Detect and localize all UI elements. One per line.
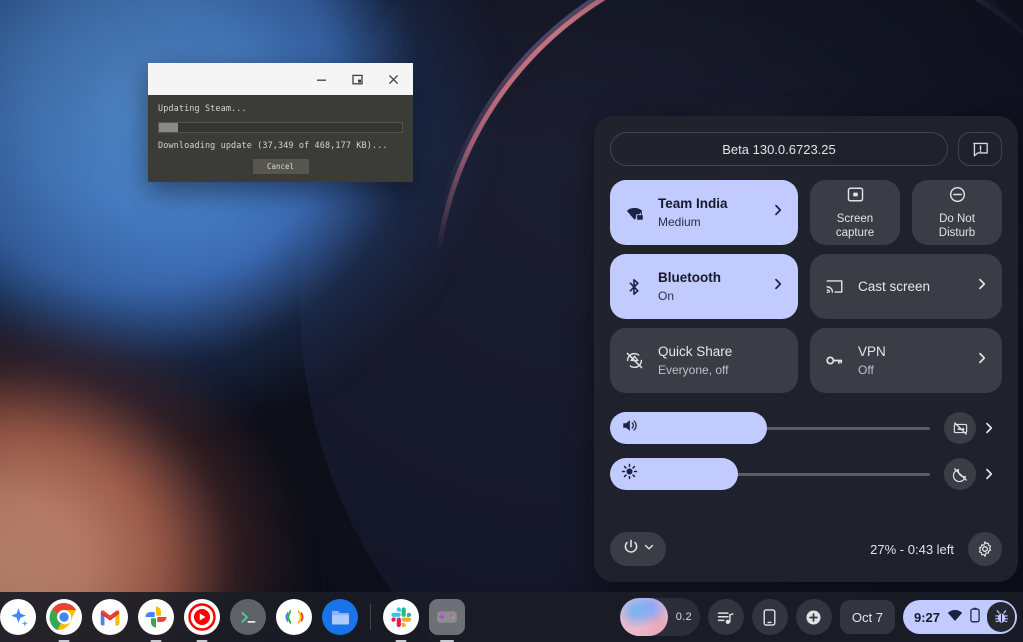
battery-status-label: 27% - 0:43 left <box>870 541 954 557</box>
power-icon <box>622 538 640 561</box>
tile-bluetooth-text: Bluetooth On <box>658 269 767 305</box>
tile-screen-capture-label: Screen capture <box>835 212 875 239</box>
volume-up-icon <box>621 417 638 439</box>
gmail-icon[interactable] <box>92 599 128 635</box>
minimize-button[interactable] <box>303 63 339 95</box>
brightness-settings-chevron-icon[interactable] <box>976 458 1002 490</box>
status-area-tray[interactable]: 9:27 <box>902 600 1017 634</box>
tile-network-text: Team India Medium <box>658 195 767 231</box>
media-album-art <box>619 598 668 636</box>
tile-quick-share-title: Quick Share <box>658 343 733 359</box>
quick-settings-tiles: Team India Medium Screen capture Do Not … <box>610 180 1002 393</box>
tile-bluetooth-subtitle: On <box>658 288 675 303</box>
nearby-share-icon[interactable] <box>276 599 312 635</box>
chrome-icon[interactable] <box>46 599 82 642</box>
volume-settings-chevron-icon[interactable] <box>976 412 1002 444</box>
tile-quick-share-text: Quick Share Everyone, off <box>658 343 785 379</box>
mic-off-icon[interactable] <box>944 412 976 444</box>
volume-slider-fill <box>610 412 767 444</box>
launcher-icon[interactable] <box>0 599 36 635</box>
tile-screen-capture[interactable]: Screen capture <box>810 180 900 245</box>
cancel-button[interactable]: Cancel <box>252 159 309 174</box>
volume-slider-row <box>610 411 1002 445</box>
clock-label: 9:27 <box>913 609 940 625</box>
tile-bluetooth-title: Bluetooth <box>658 269 721 285</box>
shelf: 0.2 Oct 7 9:27 <box>0 592 1023 642</box>
tile-network-title: Team India <box>658 195 728 211</box>
download-progress-fill <box>159 123 179 132</box>
tile-bluetooth[interactable]: Bluetooth On <box>610 254 798 319</box>
tile-vpn-subtitle: Off <box>858 362 874 377</box>
download-status-text: Downloading update (37,349 of 468,177 KB… <box>158 141 388 151</box>
steam-update-window: Updating Steam... Downloading update (37… <box>148 63 413 182</box>
cast-icon <box>823 276 845 297</box>
date-tray-button[interactable]: Oct 7 <box>839 600 895 634</box>
feedback-icon[interactable] <box>958 132 1002 166</box>
tile-cast-screen[interactable]: Cast screen <box>810 254 1002 319</box>
download-progress-bar <box>158 122 403 133</box>
bug-avatar-icon[interactable] <box>987 602 1015 632</box>
steam-game-icon[interactable] <box>429 599 465 642</box>
night-light-off-icon[interactable] <box>944 458 976 490</box>
tile-vpn-text: VPN Off <box>858 343 971 379</box>
screen-capture-icon <box>846 185 865 209</box>
quick-share-off-icon <box>623 350 645 371</box>
slack-icon[interactable] <box>383 599 419 642</box>
quick-settings-sliders <box>610 411 1002 491</box>
shelf-separator <box>370 604 371 630</box>
power-menu-button[interactable] <box>610 532 666 566</box>
terminal-icon[interactable] <box>230 599 266 635</box>
chromeos-desktop: Updating Steam... Downloading update (37… <box>0 0 1023 642</box>
close-button[interactable] <box>375 63 411 95</box>
playlist-icon[interactable] <box>707 599 744 635</box>
tile-vpn[interactable]: VPN Off <box>810 328 1002 393</box>
vpn-key-icon <box>823 350 845 371</box>
phone-hub-icon[interactable] <box>751 599 788 635</box>
tile-cast-screen-text: Cast screen <box>858 278 971 296</box>
tile-do-not-disturb-label: Do Not Disturb <box>938 212 976 239</box>
tile-do-not-disturb[interactable]: Do Not Disturb <box>912 180 1002 245</box>
brightness-slider-fill <box>610 458 738 490</box>
quick-settings-panel: Beta 130.0.6723.25 Team India Medium Scr… <box>594 116 1018 582</box>
chevron-right-icon[interactable] <box>975 351 989 370</box>
restore-button[interactable] <box>339 63 375 95</box>
tile-cast-screen-title: Cast screen <box>858 278 931 294</box>
steam-dialog-body: Updating Steam... Downloading update (37… <box>148 95 413 182</box>
update-heading: Updating Steam... <box>158 104 247 114</box>
volume-slider[interactable] <box>610 412 930 444</box>
tile-network-subtitle: Medium <box>658 214 701 229</box>
chevron-down-icon <box>643 540 655 558</box>
gear-icon[interactable] <box>968 532 1002 566</box>
system-tray: 0.2 Oct 7 9:27 <box>619 598 1017 636</box>
quick-settings-header: Beta 130.0.6723.25 <box>610 132 1002 166</box>
files-icon[interactable] <box>322 599 358 635</box>
youtube-music-icon[interactable] <box>184 599 220 642</box>
do-not-disturb-icon <box>948 185 967 209</box>
brightness-slider-row <box>610 457 1002 491</box>
wifi-icon <box>947 608 963 626</box>
battery-icon <box>970 607 980 628</box>
wifi-locked-icon <box>623 202 645 223</box>
google-photos-icon[interactable] <box>138 599 174 642</box>
media-widget[interactable]: 0.2 <box>619 598 700 636</box>
add-icon[interactable] <box>795 599 832 635</box>
chevron-right-icon[interactable] <box>975 277 989 296</box>
tile-row-secondary: Screen capture Do Not Disturb <box>810 180 1002 245</box>
window-titlebar[interactable] <box>148 63 413 95</box>
tile-vpn-title: VPN <box>858 343 886 359</box>
bluetooth-icon <box>623 277 645 297</box>
tile-quick-share[interactable]: Quick Share Everyone, off <box>610 328 798 393</box>
chevron-right-icon[interactable] <box>771 277 785 296</box>
tile-quick-share-subtitle: Everyone, off <box>658 362 729 377</box>
media-widget-label: 0.2 <box>675 611 692 623</box>
channel-version-pill[interactable]: Beta 130.0.6723.25 <box>610 132 948 166</box>
quick-settings-footer: 27% - 0:43 left <box>610 522 1002 566</box>
tile-network[interactable]: Team India Medium <box>610 180 798 245</box>
chevron-right-icon[interactable] <box>771 203 785 222</box>
brightness-icon <box>621 463 638 485</box>
brightness-slider[interactable] <box>610 458 930 490</box>
